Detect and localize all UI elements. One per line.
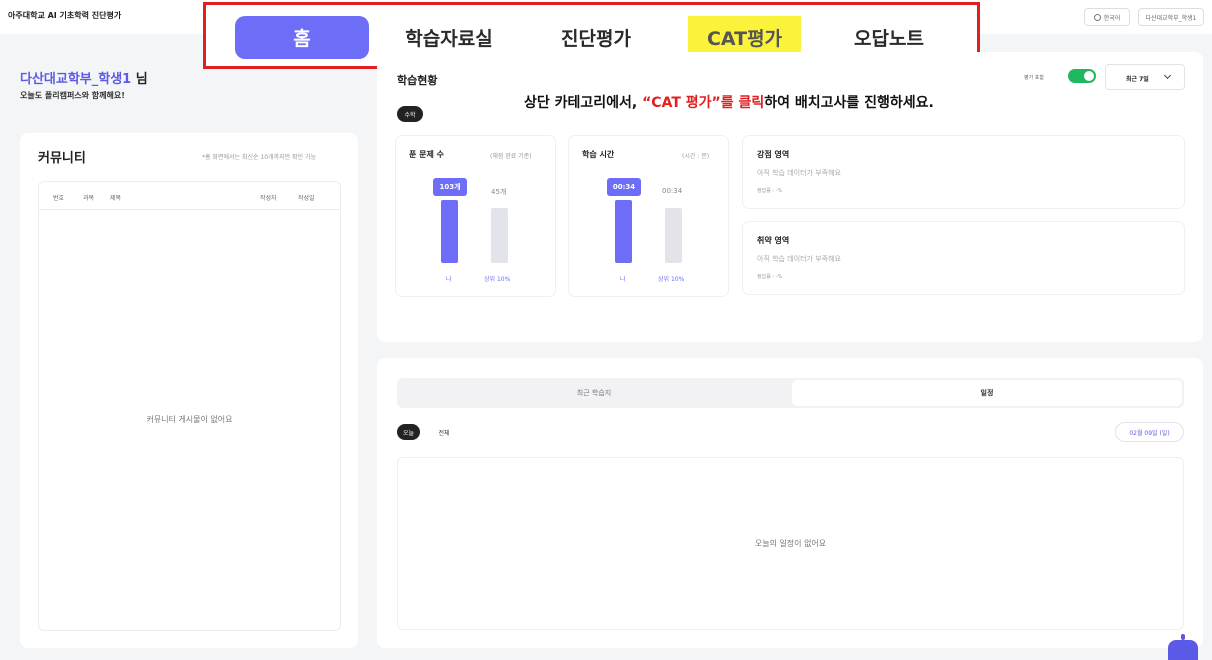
subject-badge[interactable]: 수학: [397, 106, 423, 122]
instruction-before: 상단 카테고리에서,: [524, 95, 643, 111]
eval-include-toggle[interactable]: [1068, 69, 1096, 83]
community-note: *홈 화면에서는 최신순 10개까지만 확인 가능: [202, 154, 317, 161]
brand-title[interactable]: 아주대학교 AI 기초학력 진단평가: [8, 10, 121, 21]
chatbot-robot-icon[interactable]: [1168, 634, 1198, 660]
schedule-list: 오늘의 일정이 없어요: [397, 457, 1184, 630]
weakness-message: 아직 학습 데이터가 부족해요: [757, 255, 841, 263]
time-card-note: (시간 : 분): [682, 153, 710, 160]
community-list-header: 번호 과목 제목 작성자 작성일: [39, 182, 340, 210]
welcome-message: 오늘도 폴리캠퍼스와 함께해요!: [20, 91, 125, 100]
strength-rate: 정답률 : -%: [757, 188, 783, 194]
tab-recent-worksheets[interactable]: 최근 학습지: [399, 380, 789, 406]
schedule-tabs: 최근 학습지 일정: [397, 378, 1184, 408]
welcome-suffix: 님: [131, 72, 148, 87]
weakness-title: 취약 영역: [757, 236, 790, 245]
schedule-empty-message: 오늘의 일정이 없어요: [754, 539, 827, 548]
instruction-highlight: “CAT 평가”를 클릭: [642, 95, 765, 111]
time-me-label: 나: [620, 276, 626, 283]
time-top-value: 00:34: [662, 187, 683, 195]
study-time-card: 학습 시간 (시간 : 분) 00:34 00:34 나 상위 10%: [569, 136, 728, 296]
column-subject: 과목: [83, 195, 95, 202]
strength-area-card: 강점 영역 아직 학습 데이터가 부족해요 정답률 : -%: [743, 136, 1184, 208]
filter-all-chip[interactable]: 전체: [429, 424, 459, 440]
filter-today-chip[interactable]: 오늘: [397, 424, 420, 440]
solved-me-bar: [441, 200, 458, 263]
time-top-label: 상위 10%: [658, 276, 685, 283]
weakness-area-card: 취약 영역 아직 학습 데이터가 부족해요 정답률 : -%: [743, 222, 1184, 294]
weakness-rate: 정답률 : -%: [757, 274, 783, 280]
strength-message: 아직 학습 데이터가 부족해요: [757, 169, 841, 177]
solved-top-value: 45개: [491, 188, 507, 196]
language-label: 한국어: [1103, 14, 1121, 22]
instruction-callout: 상단 카테고리에서, “CAT 평가”를 클릭하여 배치고사를 진행하세요.: [524, 92, 934, 112]
community-panel: 커뮤니티 *홈 화면에서는 최신순 10개까지만 확인 가능 번호 과목 제목 …: [20, 133, 358, 648]
instruction-after: 하여 배치고사를 진행하세요.: [764, 95, 934, 111]
strength-title: 강점 영역: [757, 150, 790, 159]
community-list: 번호 과목 제목 작성자 작성일 커뮤니티 게시물이 없어요: [38, 181, 341, 631]
time-me-value: 00:34: [607, 178, 641, 196]
solved-me-value: 103개: [433, 178, 467, 196]
time-top-bar: [665, 208, 682, 263]
globe-icon: [1093, 13, 1101, 21]
column-date: 작성일: [298, 195, 315, 202]
period-select[interactable]: 최근 7일: [1105, 64, 1185, 90]
period-select-value: 최근 7일: [1126, 76, 1149, 83]
nav-home[interactable]: 홈: [235, 16, 369, 59]
column-title: 제목: [110, 195, 122, 202]
solved-card-title: 푼 문제 수: [409, 150, 445, 159]
chevron-down-icon: [1163, 71, 1172, 80]
community-title: 커뮤니티: [38, 151, 86, 166]
community-empty-message: 커뮤니티 게시물이 없어요: [146, 415, 233, 424]
eval-include-label: 평가 포함: [1024, 75, 1044, 81]
schedule-date-pill[interactable]: 02월 09일 (일): [1115, 422, 1184, 442]
language-button[interactable]: 한국어: [1084, 8, 1130, 26]
column-number: 번호: [53, 195, 65, 202]
solved-top-label: 상위 10%: [484, 276, 511, 283]
time-me-bar: [615, 200, 632, 263]
solved-count-card: 푼 문제 수 (채점 완료 기준) 103개 45개 나 상위 10%: [396, 136, 555, 296]
solved-me-label: 나: [446, 276, 452, 283]
welcome-greeting: 다산대교학부_학생1 님: [20, 68, 148, 87]
schedule-panel: 최근 학습지 일정 오늘 전체 02월 09일 (일) 오늘의 일정이 없어요: [377, 358, 1203, 648]
toggle-knob: [1084, 71, 1094, 81]
solved-top-bar: [491, 208, 508, 263]
time-card-title: 학습 시간: [582, 150, 615, 159]
tab-schedule[interactable]: 일정: [792, 380, 1182, 406]
welcome-user-name: 다산대교학부_학생1: [20, 72, 132, 87]
column-author: 작성자: [260, 195, 277, 202]
user-menu-button[interactable]: 다산대교학부_학생1: [1138, 8, 1204, 26]
study-status-title: 학습현황: [397, 74, 438, 87]
solved-card-note: (채점 완료 기준): [490, 153, 532, 160]
